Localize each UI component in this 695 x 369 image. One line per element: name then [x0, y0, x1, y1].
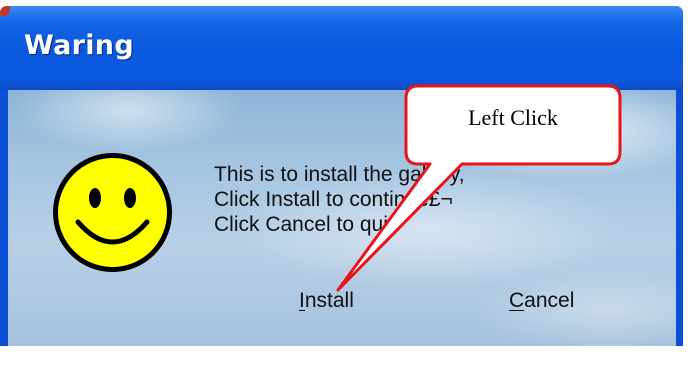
install-accelerator: I	[299, 289, 305, 312]
message-line: Click Cancel to quit.	[214, 213, 400, 236]
window-right-border	[676, 90, 683, 346]
message-line: Click Install to continue£¬	[214, 188, 453, 211]
cancel-button[interactable]: Cancel	[509, 289, 574, 313]
cancel-label-rest: ancel	[524, 289, 575, 312]
title-bar[interactable]: Waring	[0, 6, 683, 90]
window-title: Waring	[24, 30, 134, 61]
window-left-border	[0, 90, 8, 346]
message-line: This is to install the gallery,	[214, 163, 465, 186]
cancel-accelerator: C	[509, 289, 525, 312]
title-bar-corner	[0, 6, 10, 16]
smiley-face-icon	[53, 153, 172, 272]
dialog-message: This is to install the gallery, Click In…	[214, 162, 465, 237]
callout-label: Left Click	[468, 105, 558, 130]
screenshot-canvas: Waring This is to install the gallery, C…	[0, 0, 695, 369]
install-button[interactable]: Install	[299, 289, 354, 313]
install-label-rest: nstall	[304, 289, 354, 312]
